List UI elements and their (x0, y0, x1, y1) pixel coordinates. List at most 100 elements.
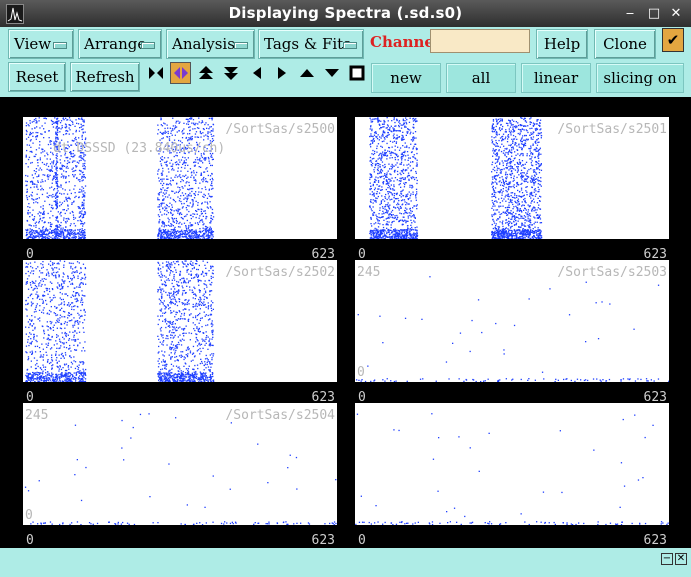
data-point (200, 210, 202, 213)
linear-button[interactable]: linear (521, 63, 591, 93)
data-point (38, 227, 40, 230)
expand-up-icon[interactable] (195, 62, 216, 84)
data-point (407, 215, 409, 217)
clone-button[interactable]: Clone (594, 29, 656, 59)
data-point (397, 197, 399, 200)
data-point (209, 229, 211, 231)
data-point (540, 153, 542, 155)
data-point (389, 168, 391, 170)
data-point (386, 198, 388, 201)
view-menu[interactable]: View (8, 29, 74, 59)
data-point (34, 316, 36, 318)
clone-checkbox[interactable]: ✔ (662, 28, 684, 52)
spectrum-cell[interactable]: /SortSas/s2500 dt DSSSD (23.840us/ch) 0 623 (23, 117, 337, 262)
data-point (39, 141, 41, 143)
data-point (192, 205, 194, 207)
data-point (74, 138, 76, 140)
data-point (407, 193, 409, 195)
data-point (212, 231, 214, 233)
help-button[interactable]: Help (536, 29, 588, 59)
data-point (409, 207, 411, 210)
data-point (33, 232, 35, 234)
data-point (205, 215, 207, 218)
data-point (394, 228, 396, 230)
channel-input[interactable] (430, 29, 530, 53)
data-point (51, 182, 53, 184)
reset-button[interactable]: Reset (8, 62, 66, 92)
down-icon[interactable] (321, 62, 342, 84)
refresh-button[interactable]: Refresh (70, 62, 140, 92)
data-point (47, 232, 50, 235)
data-point (399, 234, 401, 236)
data-point (413, 214, 415, 216)
data-point (26, 237, 28, 239)
data-point (377, 143, 380, 145)
data-point (78, 137, 80, 139)
all-button[interactable]: all (446, 63, 516, 93)
maximize-icon[interactable]: □ (646, 6, 662, 22)
data-point (376, 184, 378, 186)
data-point (83, 208, 85, 210)
data-point (27, 213, 29, 215)
spectrum-cell[interactable]: /SortSas/s2502 0 623 (23, 260, 337, 405)
data-point (409, 228, 411, 230)
data-point (396, 170, 399, 173)
right-icon[interactable] (271, 62, 292, 84)
zoom-in-icon[interactable] (145, 62, 166, 84)
tags-fits-menu[interactable]: Tags & Fits (258, 29, 364, 59)
data-point (416, 226, 418, 228)
data-point (209, 231, 211, 233)
data-point (535, 190, 537, 192)
data-point (205, 122, 207, 124)
data-point (29, 131, 32, 134)
data-point (374, 150, 376, 153)
data-point (178, 213, 181, 216)
spectrum-plot[interactable]: /SortSas/s2501 (355, 117, 669, 239)
expand-down-icon[interactable] (220, 62, 241, 84)
data-point (508, 232, 510, 234)
minimize-icon[interactable]: ‒ (622, 6, 638, 22)
zoom-out-icon[interactable] (170, 62, 191, 84)
data-point (191, 174, 193, 176)
data-point (394, 233, 396, 236)
up-icon[interactable] (296, 62, 317, 84)
data-point (81, 210, 83, 212)
spectrum-cell[interactable]: /SortSas/s2501 0 623 (355, 117, 669, 262)
data-point (68, 117, 71, 119)
data-point (75, 129, 77, 132)
data-point (516, 176, 518, 179)
data-point (29, 140, 32, 142)
spectrum-label: /SortSas/s2500 (225, 122, 335, 137)
data-point (31, 174, 33, 176)
data-point (491, 142, 493, 144)
data-point (392, 127, 394, 129)
data-point (389, 127, 391, 129)
data-point (196, 171, 198, 174)
new-button[interactable]: new (371, 63, 441, 93)
analysis-menu[interactable]: Analysis (166, 29, 255, 59)
data-point (74, 349, 76, 351)
data-point (158, 204, 161, 206)
arrange-menu[interactable]: Arrange (78, 29, 162, 59)
data-point (532, 122, 535, 124)
data-point (46, 192, 48, 194)
data-point (26, 180, 28, 183)
data-point (402, 203, 404, 205)
data-point (494, 162, 497, 164)
data-point (516, 182, 518, 184)
spectrum-plot[interactable]: /SortSas/s2500 dt DSSSD (23.840us/ch) (23, 117, 337, 239)
left-icon[interactable] (246, 62, 267, 84)
data-point (536, 168, 538, 170)
data-point (163, 226, 165, 228)
data-point (505, 122, 508, 124)
data-point (32, 181, 34, 183)
spectrum-plot[interactable]: /SortSas/s2502 (23, 260, 337, 382)
slicing-button[interactable]: slicing on (596, 63, 684, 93)
close-icon[interactable]: ✕ (668, 6, 684, 22)
data-point (30, 320, 33, 322)
data-point (41, 237, 43, 239)
data-point (178, 231, 180, 233)
data-point (508, 119, 510, 121)
data-point (530, 138, 532, 140)
stop-icon[interactable] (346, 62, 367, 84)
